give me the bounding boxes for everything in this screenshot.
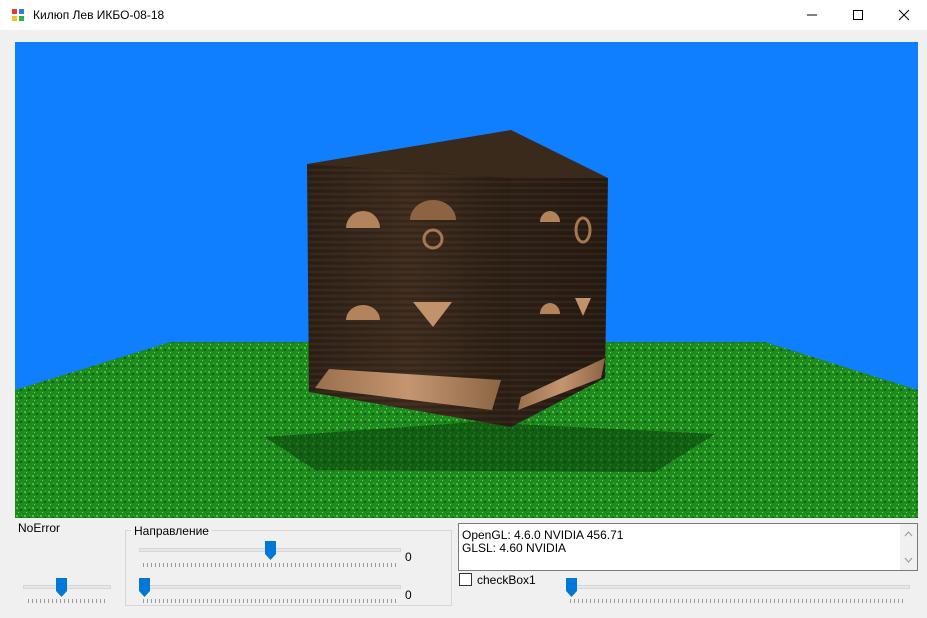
right-trackbar-thumb[interactable]	[566, 578, 577, 597]
close-icon	[898, 9, 910, 21]
checkbox1-label[interactable]: checkBox1	[477, 573, 536, 587]
info-line-glsl: GLSL: 4.60 NVIDIA	[462, 541, 567, 555]
close-button[interactable]	[881, 0, 927, 30]
app-icon[interactable]	[11, 8, 25, 22]
right-trackbar-track	[566, 585, 910, 589]
direction-value-1: 0	[405, 550, 412, 564]
left-trackbar-thumb[interactable]	[56, 578, 67, 597]
direction-trackbar-2-track	[139, 585, 401, 589]
scroll-down-icon	[904, 557, 913, 563]
direction-trackbar-2-thumb[interactable]	[139, 578, 150, 597]
title-bar[interactable]: Килюп Лев ИКБО-08-18	[0, 0, 927, 30]
direction-groupbox	[125, 530, 452, 606]
info-line-opengl: OpenGL: 4.6.0 NVIDIA 456.71	[462, 528, 624, 542]
error-status-label: NoError	[18, 521, 61, 535]
scene-canvas	[15, 42, 918, 518]
info-scrollbar[interactable]	[900, 524, 917, 570]
opengl-viewport[interactable]	[15, 42, 918, 518]
scroll-up-icon	[904, 531, 913, 537]
direction-trackbar-1-thumb[interactable]	[265, 541, 276, 560]
maximize-button[interactable]	[835, 0, 881, 30]
maximize-icon	[853, 10, 863, 20]
left-trackbar-track	[23, 585, 111, 589]
checkbox1[interactable]	[459, 573, 472, 586]
window-title: Килюп Лев ИКБО-08-18	[33, 8, 165, 22]
direction-group-title: Направление	[131, 524, 212, 538]
minimize-icon	[807, 14, 817, 16]
info-textbox[interactable]: OpenGL: 4.6.0 NVIDIA 456.71 GLSL: 4.60 N…	[458, 523, 918, 571]
direction-value-2: 0	[405, 588, 412, 602]
minimize-button[interactable]	[789, 0, 835, 30]
